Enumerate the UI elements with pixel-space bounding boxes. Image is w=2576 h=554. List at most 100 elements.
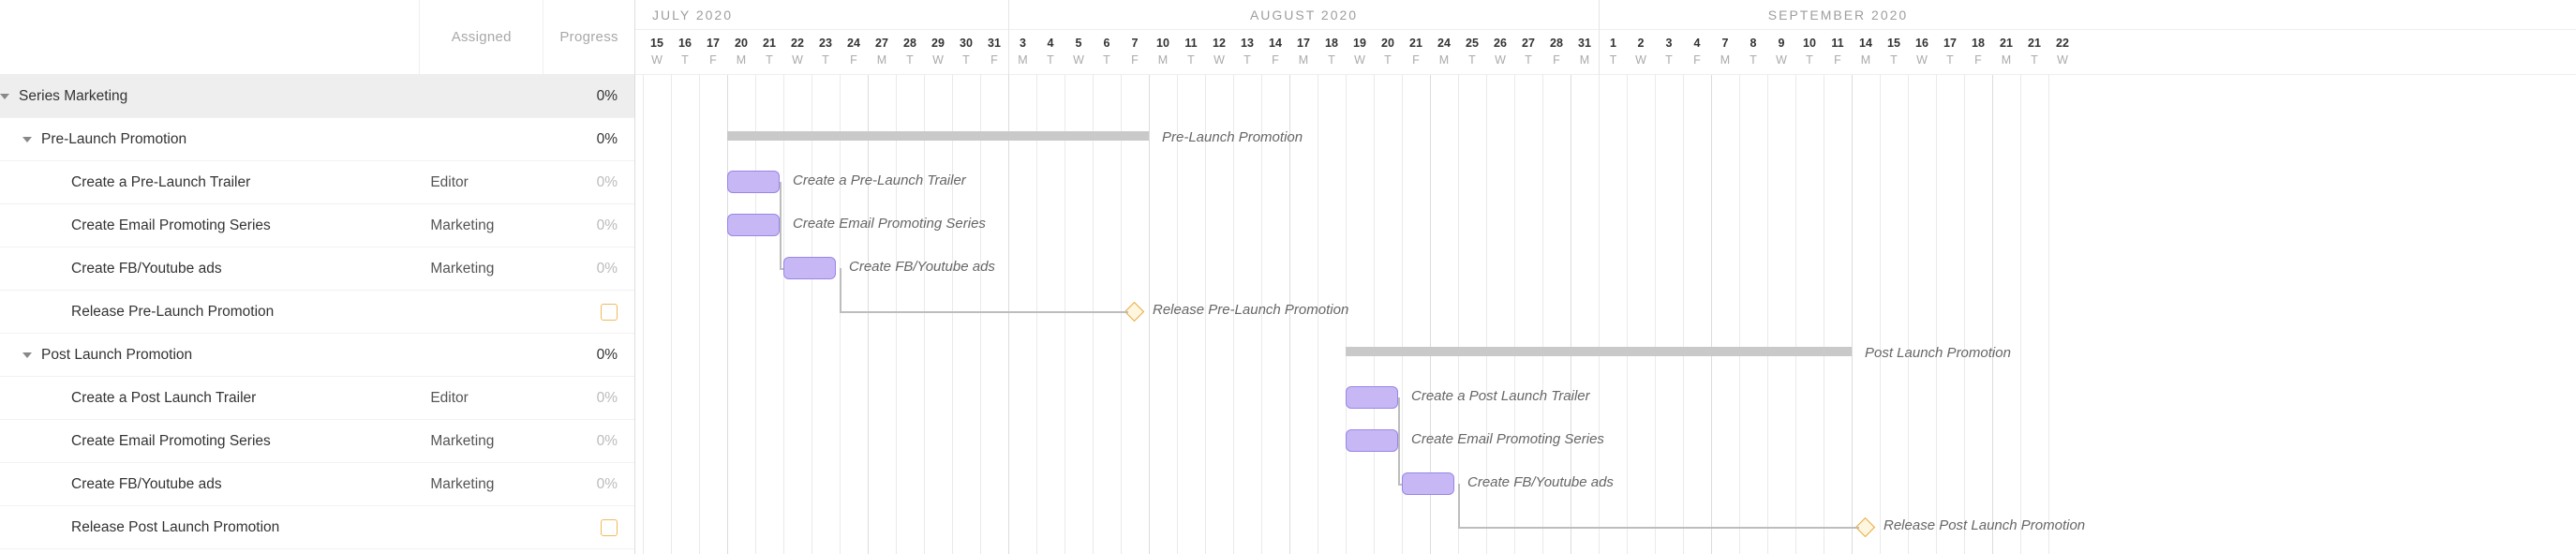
gantt-row: Create a Pre-Launch Trailer [635,161,2576,204]
day-column: 17M [1289,30,1318,75]
col-header-progress[interactable]: Progress [543,0,634,74]
month-header: JULY 2020AUGUST 2020SEPTEMBER 2020 [635,0,2576,30]
disclosure-triangle-icon[interactable] [0,94,9,99]
task-name-cell[interactable]: Create a Pre-Launch Trailer [0,174,419,191]
assigned-cell[interactable]: Marketing [419,217,543,234]
task-name-label: Create FB/Youtube ads [71,261,222,277]
task-bar[interactable] [727,214,780,236]
bar-label: Create a Pre-Launch Trailer [793,172,966,188]
task-name-cell[interactable]: Post Launch Promotion [0,347,419,364]
day-column: 11F [1824,30,1852,75]
assigned-cell[interactable]: Marketing [419,433,543,450]
task-name-cell[interactable]: Series Marketing [0,88,419,105]
task-bar[interactable] [1346,429,1398,452]
day-column: 19W [1346,30,1374,75]
day-column: 7M [1711,30,1739,75]
bar-label: Create Email Promoting Series [793,216,986,232]
task-bar[interactable] [1402,472,1454,495]
task-row[interactable]: Create Email Promoting SeriesMarketing0% [0,420,634,463]
task-row[interactable]: Series Marketing 0% [0,75,634,118]
dependency-line [780,225,782,268]
bar-label: Release Post Launch Promotion [1884,517,2085,533]
day-column: 31M [1571,30,1599,75]
task-name-cell[interactable]: Create FB/Youtube ads [0,476,419,493]
progress-cell[interactable]: 0% [543,217,634,234]
task-name-cell[interactable]: Release Post Launch Promotion [0,519,419,536]
progress-cell[interactable] [543,304,634,321]
month-label: AUGUST 2020 [1008,0,1599,30]
task-row[interactable]: Create Email Promoting SeriesMarketing0% [0,204,634,247]
task-name-label: Create FB/Youtube ads [71,476,222,493]
dependency-line [780,268,783,270]
day-header: 15W16T17F20M21T22W23T24F27M28T29W30T31F3… [635,30,2576,75]
assigned-cell[interactable]: Editor [419,390,543,407]
task-row[interactable]: Post Launch Promotion 0% [0,334,634,377]
day-column: 10T [1795,30,1824,75]
bar-label: Release Pre-Launch Promotion [1153,302,1348,318]
progress-cell[interactable]: 0% [543,390,634,407]
task-name-cell[interactable]: Create Email Promoting Series [0,217,419,234]
gantt-row: Create a Post Launch Trailer [635,377,2576,420]
assigned-cell[interactable]: Editor [419,174,543,191]
task-row[interactable]: Create FB/Youtube ads Marketing0% [0,247,634,291]
disclosure-triangle-icon[interactable] [22,137,32,142]
day-column: 15T [1880,30,1908,75]
task-name-cell[interactable]: Release Pre-Launch Promotion [0,304,419,321]
task-row[interactable]: Pre-Launch Promotion 0% [0,118,634,161]
day-column: 3M [1008,30,1036,75]
day-column: 11T [1177,30,1205,75]
col-header-task [0,0,419,74]
task-row[interactable]: Create a Post Launch TrailerEditor0% [0,377,634,420]
group-bar[interactable] [1346,347,1852,356]
progress-cell[interactable]: 0% [543,88,634,105]
task-name-cell[interactable]: Pre-Launch Promotion [0,131,419,148]
task-name-cell[interactable]: Create a Post Launch Trailer [0,390,419,407]
milestone-checkbox[interactable] [601,304,618,321]
progress-cell[interactable]: 0% [543,347,634,364]
dependency-line [1458,527,1859,529]
task-name-label: Post Launch Promotion [41,347,192,364]
task-bar[interactable] [783,257,836,279]
timeline-pane[interactable]: JULY 2020AUGUST 2020SEPTEMBER 2020 15W16… [635,0,2576,554]
day-column: 27M [868,30,896,75]
assigned-cell[interactable]: Marketing [419,476,543,493]
task-name-cell[interactable]: Create Email Promoting Series [0,433,419,450]
day-column: 18F [1964,30,1992,75]
day-column: 3T [1655,30,1683,75]
disclosure-triangle-icon[interactable] [22,352,32,358]
task-row[interactable]: Create a Pre-Launch Trailer Editor0% [0,161,634,204]
task-row[interactable]: Release Pre-Launch Promotion [0,291,634,334]
task-name-label: Create a Pre-Launch Trailer [71,174,250,191]
task-name-cell[interactable]: Create FB/Youtube ads [0,261,419,277]
task-name-label: Release Post Launch Promotion [71,519,279,536]
progress-cell[interactable]: 0% [543,433,634,450]
milestone-checkbox[interactable] [601,519,618,536]
progress-cell[interactable]: 0% [543,476,634,493]
task-row[interactable]: Release Post Launch Promotion [0,506,634,549]
day-column: 31F [980,30,1008,75]
group-bar[interactable] [727,131,1149,141]
progress-cell[interactable] [543,519,634,536]
progress-cell[interactable]: 0% [543,131,634,148]
task-list-header: Assigned Progress [0,0,634,75]
progress-cell[interactable]: 0% [543,261,634,277]
task-rows: Series Marketing 0% Pre-Launch Promotion 0%… [0,75,634,549]
task-bar[interactable] [1346,386,1398,409]
assigned-cell[interactable]: Marketing [419,261,543,277]
day-column: 26W [1486,30,1514,75]
task-row[interactable]: Create FB/Youtube ads Marketing0% [0,463,634,506]
day-column: 28F [1542,30,1571,75]
task-list-pane: Assigned Progress Series Marketing0%Pre-… [0,0,635,554]
day-column: 24F [840,30,868,75]
day-column: 8T [1739,30,1767,75]
dependency-line [1398,484,1402,486]
day-column: 30T [952,30,980,75]
day-column: 21F [1402,30,1430,75]
task-bar[interactable] [727,171,780,193]
col-header-assigned[interactable]: Assigned [419,0,543,74]
day-column: 14M [1852,30,1880,75]
gantt-app: Assigned Progress Series Marketing0%Pre-… [0,0,2576,554]
day-column: 13T [1233,30,1261,75]
progress-cell[interactable]: 0% [543,174,634,191]
day-column: 2W [1627,30,1655,75]
